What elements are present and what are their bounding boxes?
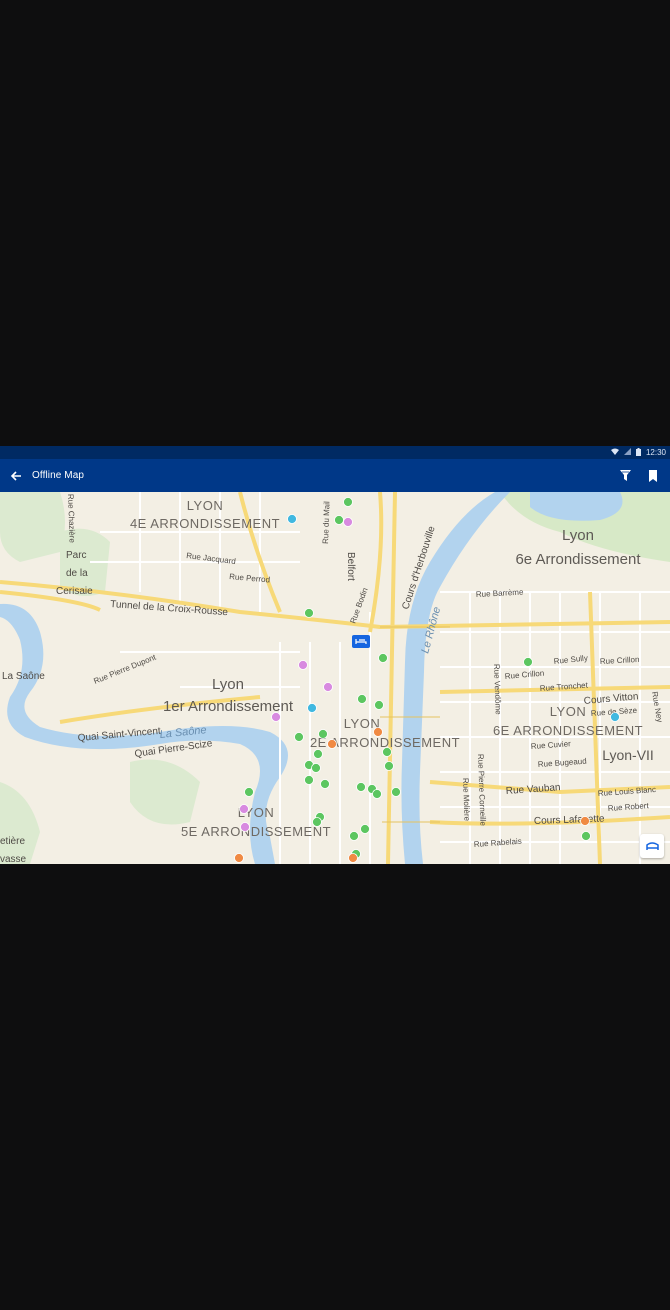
poi-marker-green[interactable] xyxy=(318,729,328,739)
status-bar: 12:30 xyxy=(0,446,670,459)
poi-marker-pink[interactable] xyxy=(271,712,281,722)
battery-icon xyxy=(635,447,641,458)
signal-icon xyxy=(623,448,631,457)
park-label: de la xyxy=(66,568,88,579)
district-label: 5E ARRONDISSEMENT xyxy=(181,824,331,839)
poi-marker-green[interactable] xyxy=(312,817,322,827)
poi-marker-orange[interactable] xyxy=(234,853,244,863)
poi-marker-cyan[interactable] xyxy=(287,514,297,524)
poi-marker-green[interactable] xyxy=(357,694,367,704)
place-label: vasse xyxy=(0,854,27,864)
poi-marker-green[interactable] xyxy=(391,787,401,797)
poi-marker-green[interactable] xyxy=(372,789,382,799)
park-label: Parc xyxy=(66,550,87,561)
street-label: Rue Vendôme xyxy=(492,664,503,716)
poi-marker-orange[interactable] xyxy=(327,739,337,749)
street-label: Rue Molière xyxy=(461,778,472,822)
layer-toggle-button[interactable] xyxy=(640,834,664,858)
poi-marker-cyan[interactable] xyxy=(610,712,620,722)
district-label: LYON xyxy=(550,704,586,719)
poi-marker-green[interactable] xyxy=(378,653,388,663)
poi-marker-green[interactable] xyxy=(244,787,254,797)
poi-marker-pink[interactable] xyxy=(298,660,308,670)
district-label: Lyon-VII xyxy=(602,747,654,763)
street-label: Belfort xyxy=(345,552,356,581)
district-label: Lyon xyxy=(212,676,244,693)
map-canvas[interactable]: LYON 4E ARRONDISSEMENT Lyon 6e Arrondiss… xyxy=(0,492,670,864)
poi-marker-green[interactable] xyxy=(384,761,394,771)
poi-marker-green[interactable] xyxy=(304,608,314,618)
back-button[interactable] xyxy=(0,459,32,492)
poi-marker-green[interactable] xyxy=(356,782,366,792)
filter-button[interactable] xyxy=(614,465,636,487)
bed-icon xyxy=(645,842,659,850)
poi-marker-green[interactable] xyxy=(320,779,330,789)
poi-marker-pink[interactable] xyxy=(343,517,353,527)
district-label: 4E ARRONDISSEMENT xyxy=(130,516,280,531)
poi-marker-green[interactable] xyxy=(304,775,314,785)
poi-marker-orange[interactable] xyxy=(580,816,590,826)
street-label: Rue Chazière xyxy=(66,494,77,544)
page-title: Offline Map xyxy=(32,470,85,481)
filter-icon xyxy=(619,470,631,481)
poi-marker-green[interactable] xyxy=(313,749,323,759)
poi-marker-pink[interactable] xyxy=(239,804,249,814)
poi-marker-green[interactable] xyxy=(523,657,533,667)
poi-marker-pink[interactable] xyxy=(323,682,333,692)
poi-marker-green[interactable] xyxy=(382,747,392,757)
poi-marker-green[interactable] xyxy=(311,763,321,773)
poi-marker-green[interactable] xyxy=(360,824,370,834)
district-label: 6e Arrondissement xyxy=(515,551,641,568)
hotel-marker[interactable] xyxy=(352,635,370,648)
district-label: 6E ARRONDISSEMENT xyxy=(493,723,643,738)
district-label: LYON xyxy=(187,498,223,513)
poi-marker-green[interactable] xyxy=(343,497,353,507)
poi-marker-green[interactable] xyxy=(374,700,384,710)
poi-marker-green[interactable] xyxy=(581,831,591,841)
arrow-left-icon xyxy=(10,470,21,481)
street-label: Rue du Mail xyxy=(321,501,331,544)
poi-marker-pink[interactable] xyxy=(240,822,250,832)
park-label: Cerisaie xyxy=(56,586,93,597)
poi-marker-green[interactable] xyxy=(334,515,344,525)
street-label: La Saône xyxy=(2,671,45,682)
district-label: Lyon xyxy=(562,527,594,544)
app-bar: Offline Map xyxy=(0,459,670,492)
wifi-icon xyxy=(610,448,619,457)
offline-map[interactable]: LYON 4E ARRONDISSEMENT Lyon 6e Arrondiss… xyxy=(0,492,670,864)
bookmark-button[interactable] xyxy=(642,465,664,487)
poi-marker-green[interactable] xyxy=(349,831,359,841)
poi-marker-cyan[interactable] xyxy=(307,703,317,713)
poi-marker-orange[interactable] xyxy=(348,853,358,863)
park-area xyxy=(0,492,65,562)
status-time: 12:30 xyxy=(645,448,666,457)
poi-marker-green[interactable] xyxy=(294,732,304,742)
bookmark-icon xyxy=(649,469,657,482)
app-screen: 12:30 Offline Map LYON 4E ARRONDISSEMENT… xyxy=(0,446,670,864)
place-label: etière xyxy=(0,836,25,847)
poi-marker-orange[interactable] xyxy=(373,727,383,737)
